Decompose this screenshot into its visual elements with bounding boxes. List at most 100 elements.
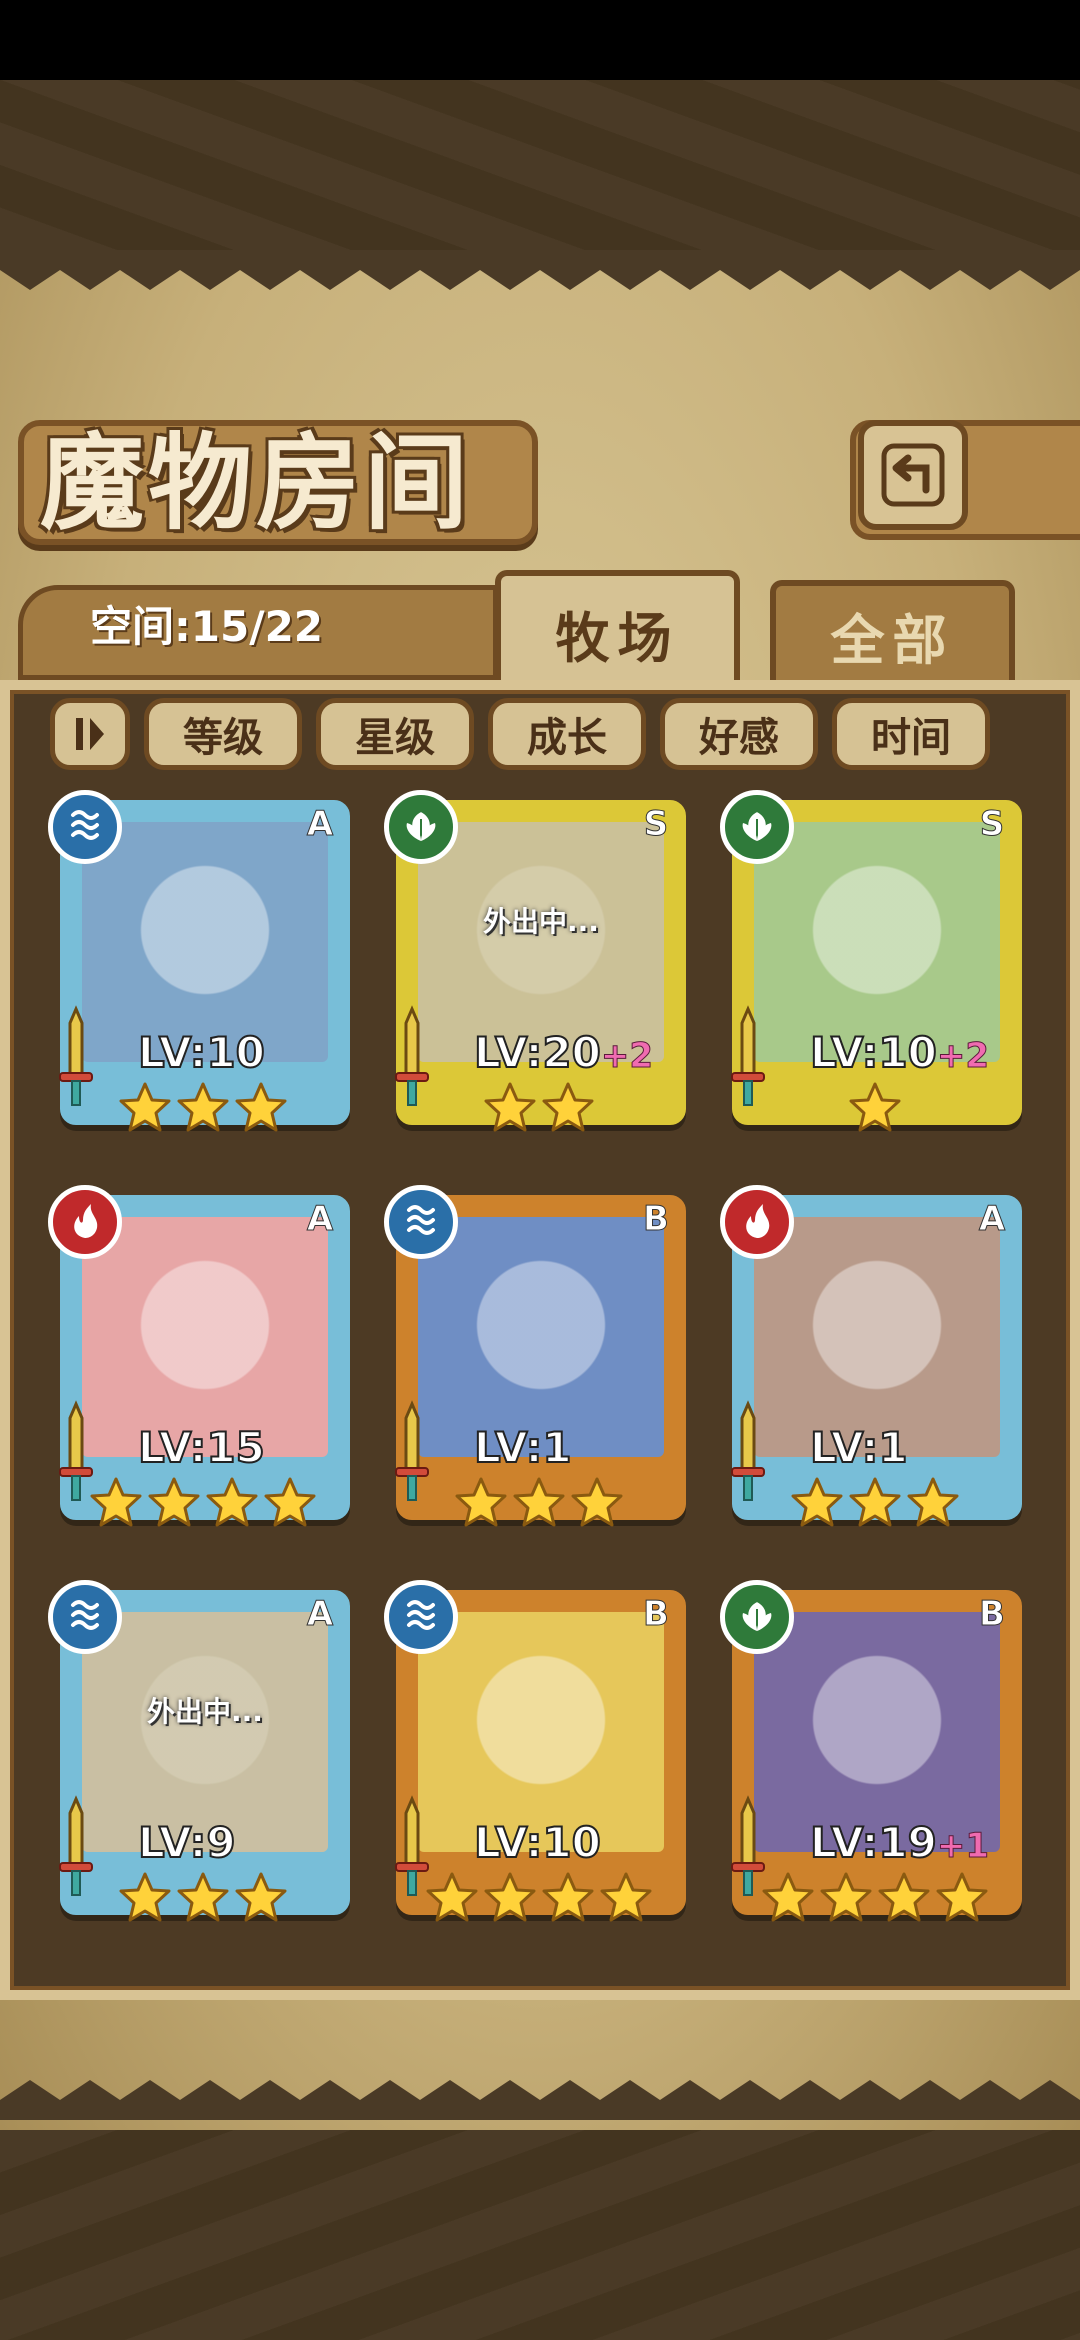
water-element-icon	[48, 1580, 122, 1654]
star-icon	[542, 1872, 594, 1922]
monster-card[interactable]: A LV:10	[48, 790, 358, 1150]
star-icon	[235, 1872, 287, 1922]
star-icon	[455, 1477, 507, 1527]
level-label: LV:1	[809, 1422, 909, 1473]
level-bonus: +1	[936, 1826, 989, 1867]
level-label: LV:15	[137, 1422, 266, 1473]
fire-element-icon	[720, 1185, 794, 1259]
monster-portrait	[82, 822, 328, 1062]
monster-card[interactable]: S 外出中... LV:20+2	[384, 790, 694, 1150]
level-label: LV:10	[473, 1817, 602, 1868]
level-label: LV:19+1	[809, 1817, 990, 1868]
monster-portrait	[418, 1217, 664, 1457]
star-icon	[907, 1477, 959, 1527]
return-arrow-icon	[881, 443, 945, 507]
tab-all[interactable]: 全部	[770, 580, 1015, 685]
sort-row: 等级 星级 成长 好感 时间	[50, 698, 1030, 770]
monster-portrait	[754, 1217, 1000, 1457]
water-element-icon	[384, 1185, 458, 1259]
star-icon	[177, 1872, 229, 1922]
map-background-top	[0, 80, 1080, 250]
rank-badge: B	[979, 1594, 1006, 1635]
rank-badge: S	[643, 804, 669, 845]
grass-element-icon	[384, 790, 458, 864]
status-bar	[0, 0, 1080, 80]
star-icon	[762, 1872, 814, 1922]
page-title: 魔物房间	[40, 421, 473, 544]
rank-badge: A	[978, 1199, 1006, 1240]
star-icon	[90, 1477, 142, 1527]
water-element-icon	[48, 790, 122, 864]
star-rating	[720, 1080, 1030, 1150]
outing-overlay	[82, 1612, 328, 1852]
level-bonus: +2	[936, 1036, 989, 1077]
grass-element-icon	[720, 790, 794, 864]
star-icon	[936, 1872, 988, 1922]
star-rating	[48, 1475, 358, 1545]
monster-portrait	[418, 1612, 664, 1852]
level-label: LV:20+2	[473, 1027, 654, 1078]
sort-level-button[interactable]: 等级	[144, 698, 302, 770]
space-counter: 空间:15/22	[90, 602, 324, 651]
monster-portrait	[754, 1612, 1000, 1852]
star-icon	[542, 1082, 594, 1132]
sort-direction-icon	[76, 718, 104, 750]
sort-star-button[interactable]: 星级	[316, 698, 474, 770]
monster-card[interactable]: A LV:1	[720, 1185, 1030, 1545]
back-button[interactable]	[858, 420, 968, 530]
star-icon	[206, 1477, 258, 1527]
monster-card[interactable]: A 外出中... LV:9	[48, 1580, 358, 1940]
monster-card[interactable]: S LV:10+2	[720, 790, 1030, 1150]
star-rating	[384, 1475, 694, 1545]
sort-order-toggle[interactable]	[50, 698, 130, 770]
star-icon	[849, 1477, 901, 1527]
rank-badge: S	[979, 804, 1005, 845]
star-icon	[235, 1082, 287, 1132]
star-icon	[119, 1082, 171, 1132]
star-icon	[264, 1477, 316, 1527]
monster-card[interactable]: B LV:10	[384, 1580, 694, 1940]
star-rating	[48, 1870, 358, 1940]
star-icon	[148, 1477, 200, 1527]
level-label: LV:10	[137, 1027, 266, 1078]
outing-status: 外出中...	[483, 905, 599, 938]
rank-badge: B	[643, 1199, 670, 1240]
sort-time-button[interactable]: 时间	[832, 698, 990, 770]
sort-affection-button[interactable]: 好感	[660, 698, 818, 770]
star-icon	[820, 1872, 872, 1922]
rank-badge: A	[306, 1594, 334, 1635]
star-rating	[720, 1475, 1030, 1545]
level-label: LV:10+2	[809, 1027, 990, 1078]
rank-badge: A	[306, 1199, 334, 1240]
monster-card[interactable]: B LV:19+1	[720, 1580, 1030, 1940]
monster-card[interactable]: A LV:15	[48, 1185, 358, 1545]
level-label: LV:9	[137, 1817, 237, 1868]
zigzag-border-top	[0, 250, 1080, 290]
monster-portrait	[418, 822, 664, 1062]
star-icon	[791, 1477, 843, 1527]
star-rating	[384, 1870, 694, 1940]
monster-card[interactable]: B LV:1	[384, 1185, 694, 1545]
star-icon	[849, 1082, 901, 1132]
star-rating	[48, 1080, 358, 1150]
rank-badge: B	[643, 1594, 670, 1635]
level-bonus: +2	[600, 1036, 653, 1077]
zigzag-border-bottom	[0, 2080, 1080, 2120]
star-icon	[878, 1872, 930, 1922]
star-icon	[484, 1872, 536, 1922]
star-icon	[600, 1872, 652, 1922]
star-rating	[720, 1870, 1030, 1940]
grass-element-icon	[720, 1580, 794, 1654]
water-element-icon	[384, 1580, 458, 1654]
level-label: LV:1	[473, 1422, 573, 1473]
map-background-bottom	[0, 2130, 1080, 2340]
star-icon	[484, 1082, 536, 1132]
star-icon	[177, 1082, 229, 1132]
star-icon	[119, 1872, 171, 1922]
monster-portrait	[82, 1612, 328, 1852]
star-rating	[384, 1080, 694, 1150]
fire-element-icon	[48, 1185, 122, 1259]
sort-growth-button[interactable]: 成长	[488, 698, 646, 770]
tab-ranch[interactable]: 牧场	[495, 570, 740, 690]
monster-portrait	[754, 822, 1000, 1062]
